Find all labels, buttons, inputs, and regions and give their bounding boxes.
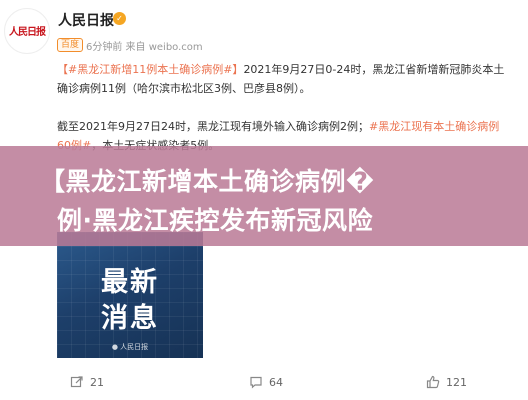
vip-badge: 百度: [57, 38, 84, 52]
verified-icon: ✓: [113, 12, 126, 25]
overlay-headline-line-2: 例·黑龙江疾控发布新冠风险: [57, 206, 373, 235]
post-meta: 6分钟前 来自 weibo.com: [86, 42, 203, 53]
comment-icon: [250, 376, 262, 389]
comment-button[interactable]: 64: [249, 374, 283, 390]
repost-button[interactable]: 21: [70, 374, 104, 390]
repost-count: 21: [90, 375, 104, 389]
like-count: 121: [446, 375, 467, 389]
image-title-line-1: 最新: [101, 267, 159, 298]
headline-overlay: 【黑龙江新增本土确诊病例� 例·黑龙江疾控发布新冠风险: [0, 146, 528, 246]
image-caption: ● 人民日报: [111, 343, 149, 351]
like-button[interactable]: 121: [426, 374, 467, 390]
post-header: 人民日报 人民日报 ✓ 百度 6分钟前 来自 weibo.com: [0, 0, 528, 56]
image-title-line-2: 消息: [101, 303, 159, 334]
avatar[interactable]: 人民日报: [4, 8, 50, 54]
overlay-headline-line-1: 【黑龙江新增本土确诊病例�: [40, 167, 375, 196]
thumbs-up-icon: [426, 375, 440, 389]
avatar-logo-text: 人民日报: [9, 27, 46, 38]
post-image[interactable]: 最新 消息 ● 人民日报: [57, 232, 203, 358]
post-text: 【#黑龙江新增11例本土确诊病例#】2021年9月27日0-24时，黑龙江省新增…: [57, 60, 505, 155]
repost-icon: [70, 376, 83, 388]
post-text-segment: 截至2021年9月27日24时，黑龙江现有境外输入确诊病例2例；: [57, 120, 369, 133]
account-name[interactable]: 人民日报: [58, 10, 114, 30]
hashtag-link[interactable]: 【#黑龙江新增11例本土确诊病例#】: [57, 63, 243, 76]
action-bar: 21 64 121: [0, 368, 528, 396]
post-paragraph-1: 【#黑龙江新增11例本土确诊病例#】2021年9月27日0-24时，黑龙江省新增…: [57, 60, 505, 98]
comment-count: 64: [269, 375, 283, 389]
